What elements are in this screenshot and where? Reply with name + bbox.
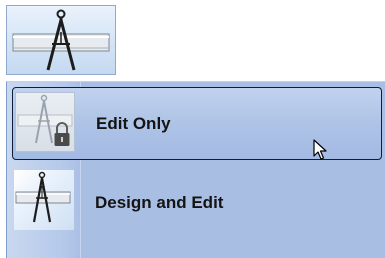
- mouse-pointer-icon: [313, 139, 329, 161]
- menu-item-label: Design and Edit: [95, 192, 224, 212]
- compass-lock-icon: [15, 92, 75, 152]
- drafting-compass-icon: [7, 6, 115, 74]
- menu-item-label: Edit Only: [96, 113, 171, 133]
- menu-item-design-and-edit[interactable]: Design and Edit: [12, 166, 382, 239]
- mode-dropdown-menu: Edit Only Design and Edit: [6, 81, 385, 258]
- design-mode-toggle-button[interactable]: [6, 5, 116, 75]
- drafting-compass-icon: [14, 170, 74, 230]
